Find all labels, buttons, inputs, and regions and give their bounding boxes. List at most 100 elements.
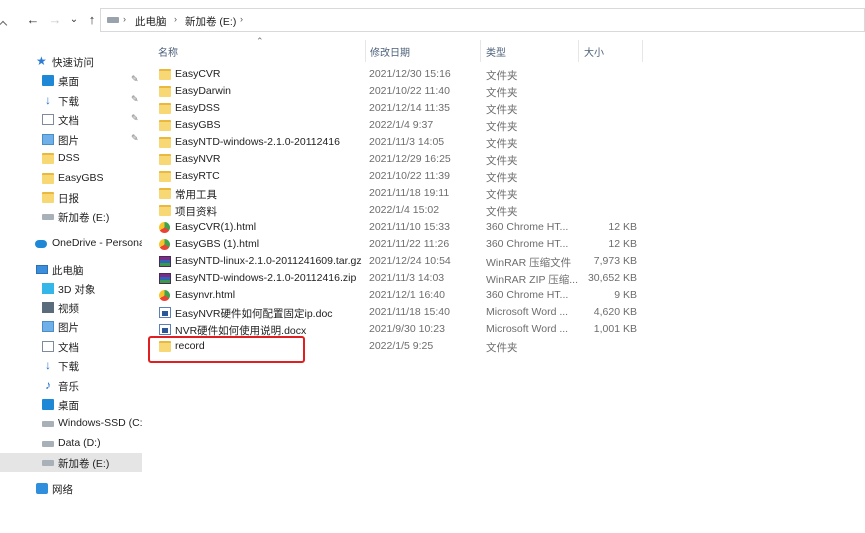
sidebar-item-label: 图片 <box>58 322 79 334</box>
sidebar-item-3d-objects[interactable]: 3D 对象 <box>0 279 142 298</box>
file-row[interactable]: EasyNVR 2021/12/29 16:25 文件夹 <box>155 151 645 168</box>
sidebar-item-videos[interactable]: 视频 <box>0 298 142 317</box>
column-divider[interactable] <box>642 40 643 62</box>
file-row[interactable]: EasyNVR硬件如何配置固定ip.doc 2021/11/18 15:40 Mic… <box>155 304 645 321</box>
sidebar-item-daily-report[interactable]: 日报 <box>0 188 142 207</box>
sidebar-item-desktop[interactable]: 桌面 ✎ <box>0 71 142 90</box>
file-row[interactable]: EasyRTC 2021/10/22 11:39 文件夹 <box>155 168 645 185</box>
drive-icon <box>107 17 119 23</box>
sidebar-item-drive-e[interactable]: 新加卷 (E:) <box>0 453 142 472</box>
file-row[interactable]: EasyNTD-linux-2.1.0-2011241609.tar.gz 202… <box>155 253 645 270</box>
sidebar-item-label: 文档 <box>58 342 79 354</box>
column-header-size[interactable]: 大小 <box>584 44 604 59</box>
sidebar-item-easygbs[interactable]: EasyGBS <box>0 169 142 188</box>
sidebar-quick-access[interactable]: ★ 快速访问 <box>0 52 142 71</box>
folder-icon <box>42 173 54 184</box>
column-header-type[interactable]: 类型 <box>486 44 506 59</box>
file-modified-date: 2021/12/24 10:54 <box>369 255 451 267</box>
forward-arrow-icon[interactable]: → <box>47 12 63 28</box>
column-header-name[interactable]: 名称 <box>158 44 178 59</box>
file-size: 9 KB <box>614 289 637 301</box>
sidebar-item-label: Data (D:) <box>58 437 101 449</box>
file-type: 文件夹 <box>486 70 518 82</box>
file-row[interactable]: EasyNTD-windows-2.1.0-20112416.zip 2021/1… <box>155 270 645 287</box>
file-name: EasyDarwin <box>175 85 232 97</box>
file-type: 360 Chrome HT... <box>486 238 569 250</box>
breadcrumb-separator-icon[interactable]: › <box>240 14 243 24</box>
picture-icon <box>42 134 54 145</box>
file-row[interactable]: EasyGBS 2022/1/4 9:37 文件夹 <box>155 117 645 134</box>
word-document-icon <box>159 324 171 335</box>
column-divider[interactable] <box>480 40 481 62</box>
sidebar-item-drive-e-quick[interactable]: 新加卷 (E:) <box>0 207 142 226</box>
sidebar-item-drive-c[interactable]: Windows-SSD (C:) <box>0 414 142 433</box>
recent-locations-chevron-icon[interactable]: ⌄ <box>66 12 82 28</box>
file-modified-date: 2021/12/30 15:16 <box>369 68 451 80</box>
sidebar-item-music[interactable]: ♪ 音乐 <box>0 376 142 395</box>
folder-icon <box>159 120 171 131</box>
sidebar-item-dss[interactable]: DSS <box>0 149 142 168</box>
sidebar-this-pc[interactable]: 此电脑 <box>0 260 142 279</box>
file-name: EasyNTD-windows-2.1.0-20112416.zip <box>175 272 357 284</box>
folder-icon <box>159 137 171 148</box>
sidebar-item-desktop-pc[interactable]: 桌面 <box>0 395 142 414</box>
file-row[interactable]: EasyGBS (1).html 2021/11/22 11:26 360 Chro… <box>155 236 645 253</box>
3d-objects-icon <box>42 283 54 294</box>
file-name: EasyCVR <box>175 68 221 80</box>
folder-icon <box>159 171 171 182</box>
file-name: 项目资料 <box>175 206 217 218</box>
file-type: 文件夹 <box>486 138 518 150</box>
file-row[interactable]: EasyCVR(1).html 2021/11/10 15:33 360 Chrom… <box>155 219 645 236</box>
file-row[interactable]: 常用工具 2021/11/18 19:11 文件夹 <box>155 185 645 202</box>
breadcrumb-separator-icon[interactable]: › <box>174 14 177 24</box>
sidebar-item-documents-pc[interactable]: 文档 <box>0 337 142 356</box>
up-arrow-icon[interactable]: ↑ <box>84 12 100 28</box>
file-name: EasyRTC <box>175 170 220 182</box>
file-row[interactable]: Easynvr.html 2021/12/1 16:40 360 Chrome HT… <box>155 287 645 304</box>
file-modified-date: 2022/1/4 9:37 <box>369 119 434 131</box>
video-icon <box>42 302 54 313</box>
folder-icon <box>159 86 171 97</box>
sidebar-item-label: 图片 <box>58 135 79 147</box>
file-name: EasyGBS (1).html <box>175 238 260 250</box>
file-modified-date: 2022/1/5 9:25 <box>369 340 434 352</box>
sidebar-network[interactable]: 网络 <box>0 479 142 498</box>
sidebar-item-pictures[interactable]: 图片 ✎ <box>0 130 142 149</box>
sidebar-item-downloads-pc[interactable]: ↓ 下载 <box>0 356 142 375</box>
sidebar-onedrive[interactable]: OneDrive - Persona <box>0 234 142 253</box>
file-row[interactable]: EasyDarwin 2021/10/22 11:40 文件夹 <box>155 83 645 100</box>
address-bar[interactable]: › 此电脑 › 新加卷 (E:) › <box>100 8 865 32</box>
sidebar-item-label: 音乐 <box>58 381 79 393</box>
file-row[interactable]: EasyDSS 2021/12/14 11:35 文件夹 <box>155 100 645 117</box>
file-name: EasyNTD-linux-2.1.0-2011241609.tar.gz <box>175 255 362 267</box>
column-divider[interactable] <box>365 40 366 62</box>
file-size: 30,652 KB <box>587 272 637 284</box>
sidebar-item-label: 下载 <box>58 96 79 108</box>
breadcrumb-this-pc[interactable]: 此电脑 <box>135 14 167 29</box>
file-row[interactable]: EasyNTD-windows-2.1.0-20112416 2021/11/3 … <box>155 134 645 151</box>
column-divider[interactable] <box>578 40 579 62</box>
pin-icon: ✎ <box>131 74 139 84</box>
sidebar-item-label: Windows-SSD (C:) <box>58 417 142 429</box>
sidebar-item-documents[interactable]: 文档 ✎ <box>0 110 142 129</box>
file-modified-date: 2021/12/14 11:35 <box>369 102 450 114</box>
sidebar-item-downloads[interactable]: ↓ 下载 ✎ <box>0 91 142 110</box>
sidebar-item-label: 此电脑 <box>52 265 84 277</box>
breadcrumb-separator-icon[interactable]: › <box>123 14 126 24</box>
document-icon <box>42 114 54 125</box>
column-header-date[interactable]: 修改日期 <box>370 44 410 59</box>
navigation-pane: ★ 快速访问 桌面 ✎ ↓ 下载 ✎ 文档 ✎ 图片 ✎ DSS EasyGBS… <box>0 36 142 533</box>
desktop-icon <box>42 75 54 86</box>
breadcrumb-drive-e[interactable]: 新加卷 (E:) <box>185 14 236 29</box>
back-arrow-icon[interactable]: ← <box>25 12 41 28</box>
file-modified-date: 2022/1/4 15:02 <box>369 204 440 216</box>
file-row[interactable]: 项目资料 2022/1/4 15:02 文件夹 <box>155 202 645 219</box>
file-row[interactable]: EasyCVR 2021/12/30 15:16 文件夹 <box>155 66 645 83</box>
file-name: EasyDSS <box>175 102 220 114</box>
sidebar-item-pictures-pc[interactable]: 图片 <box>0 317 142 336</box>
sidebar-item-drive-d[interactable]: Data (D:) <box>0 434 142 453</box>
file-type: WinRAR 压缩文件 <box>486 257 572 269</box>
network-icon <box>36 483 48 494</box>
sidebar-item-label: 文档 <box>58 115 79 127</box>
drive-icon <box>42 441 54 447</box>
